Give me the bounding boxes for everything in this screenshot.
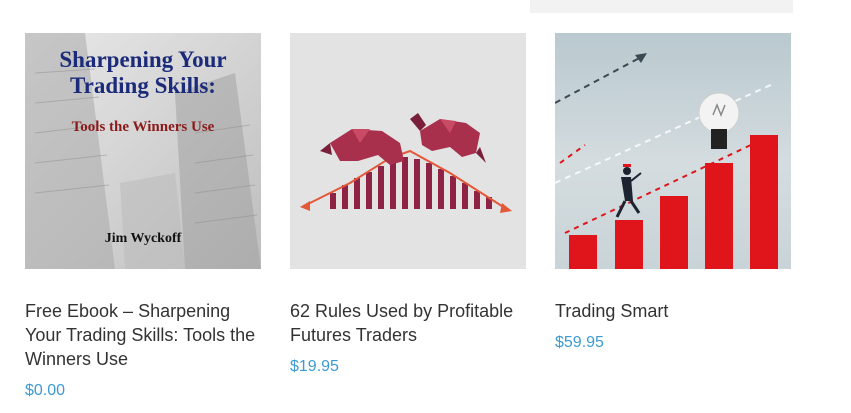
product-card-62-rules: 62 Rules Used by Profitable Futures Trad… [290, 33, 526, 377]
product-title-link[interactable]: Free Ebook – Sharpening Your Trading Ski… [25, 299, 261, 371]
rising-bars-lightbulb-graphic [555, 53, 778, 269]
cover-author: Jim Wyckoff [104, 231, 182, 246]
cover-subtitle: Tools the Winners Use [71, 119, 215, 135]
product-price: $59.95 [555, 334, 604, 351]
product-price: $0.00 [25, 382, 66, 399]
product-title-link[interactable]: 62 Rules Used by Profitable Futures Trad… [290, 299, 526, 347]
product-image-trading-smart[interactable] [555, 33, 791, 269]
product-card-free-ebook: Sharpening Your Trading Skills: Tools th… [25, 33, 261, 401]
cover-title-line1: Sharpening Your [59, 47, 227, 72]
product-price: $19.95 [290, 358, 339, 375]
product-image-ebook-cover[interactable]: Sharpening Your Trading Skills: Tools th… [25, 33, 261, 269]
bull-bear-chart-graphic [300, 113, 512, 213]
product-image-bull-bear[interactable] [290, 33, 526, 269]
product-title-link[interactable]: Trading Smart [555, 299, 791, 323]
product-card-trading-smart: Trading Smart $59.95 [555, 33, 791, 353]
top-strip [530, 0, 793, 13]
cover-title-line2: Trading Skills: [70, 73, 216, 98]
cover-title: Sharpening Your Trading Skills: [25, 47, 261, 99]
bar-group [569, 135, 778, 269]
